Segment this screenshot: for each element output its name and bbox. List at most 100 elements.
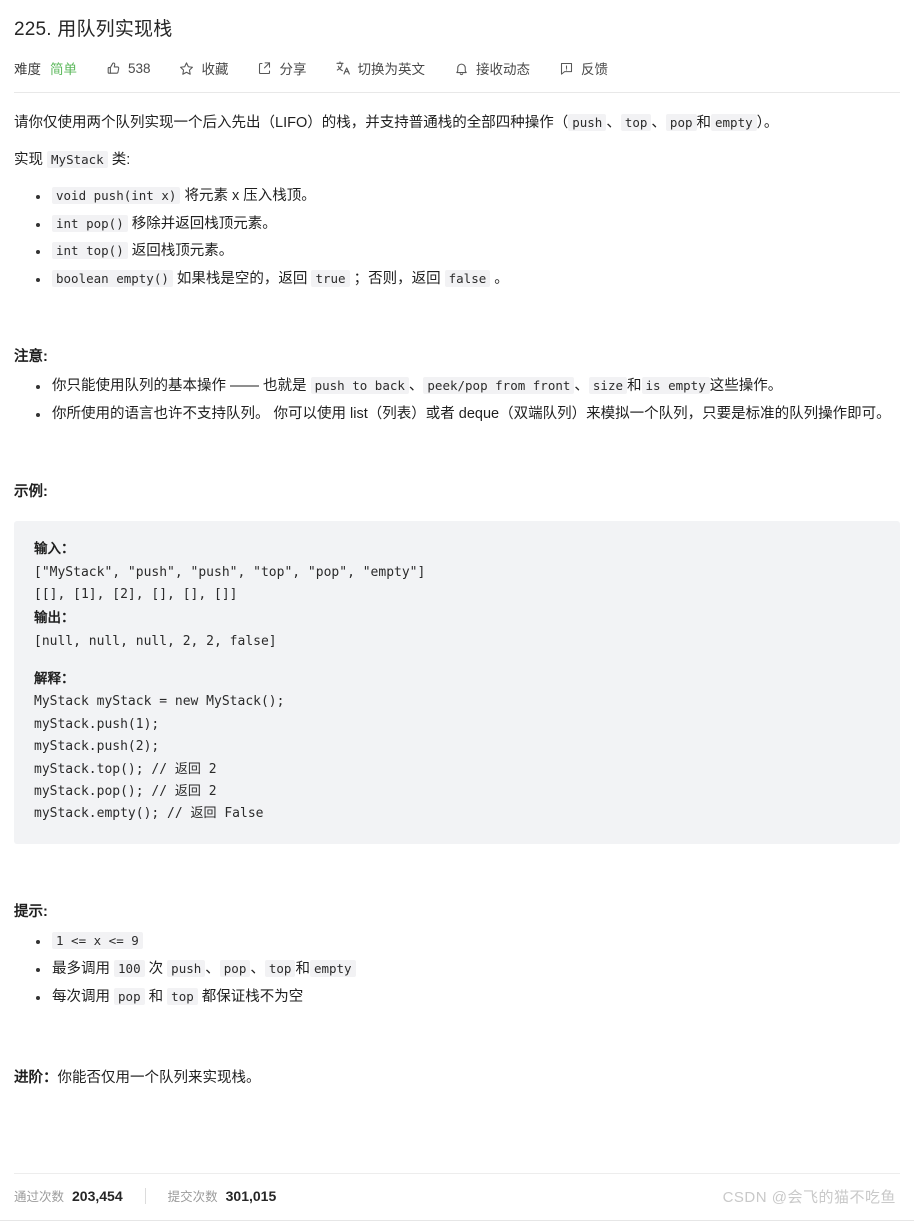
submissions-value: 301,015 <box>225 1188 277 1204</box>
hint-sep-2: 、 <box>250 960 265 977</box>
problem-toolbar: 难度 简单 538 收藏 分享 切换为英文 接收动态 反馈 <box>14 51 900 85</box>
submissions-label: 提交次数 <box>167 1190 218 1204</box>
code-true: true <box>311 270 350 288</box>
example-input-line-2: [[], [1], [2], [], [], []] <box>34 587 238 602</box>
note-sep-3: 和 <box>627 378 642 395</box>
star-icon <box>179 60 195 76</box>
example-code-block: 输入： ["MyStack", "push", "push", "top", "… <box>14 521 900 844</box>
method-desc-top: 返回栈顶元素。 <box>131 243 234 260</box>
method-desc-empty-middle: ；否则，返回 <box>353 271 441 288</box>
code-hint-pop: pop <box>219 959 251 977</box>
code-pop: pop <box>665 114 697 131</box>
code-peek-pop-from-front: peek/pop from front <box>423 377 575 395</box>
hint-text-1: 最多调用 <box>52 960 110 977</box>
favorite-button[interactable]: 收藏 <box>179 58 229 78</box>
code-push-to-back: push to back <box>310 377 409 395</box>
code-empty: empty <box>711 114 757 131</box>
intro-sep-1: 、 <box>606 115 621 131</box>
advanced-label: 进阶： <box>14 1070 58 1087</box>
list-item: int pop() 移除并返回栈顶元素。 <box>36 212 900 238</box>
notes-section: 注意: 你只能使用队列的基本操作 —— 也就是 push to back、 pee… <box>14 345 900 428</box>
code-x-range: 1 <= x <= 9 <box>52 931 143 949</box>
code-false: false <box>444 270 491 288</box>
note-sep-2: 、 <box>574 378 589 395</box>
switch-language-label: 切换为英文 <box>357 62 426 77</box>
advanced-text: 你能否仅用一个队列来实现栈。 <box>57 1070 261 1087</box>
method-signature-push: void push(int x) <box>52 186 181 204</box>
hint-text-5: 都保证栈不为空 <box>201 988 304 1005</box>
problem-page: 225. 用队列实现栈 难度 简单 538 收藏 分享 切换为英文 接收动态 反… <box>0 0 914 1221</box>
note-text-1: 你只能使用队列的基本操作 —— 也就是 <box>52 378 307 395</box>
list-item: 每次调用 pop 和 top 都保证栈不为空 <box>36 985 900 1011</box>
note-text-3: 你所使用的语言也许不支持队列。 你可以使用 list（列表）或者 deque（双… <box>52 406 891 423</box>
method-signature-empty: boolean empty() <box>52 270 173 288</box>
list-item: 你只能使用队列的基本操作 —— 也就是 push to back、 peek/po… <box>36 374 900 400</box>
subscribe-button[interactable]: 接收动态 <box>453 58 530 78</box>
code-hint-top: top <box>264 959 296 977</box>
accepted-stat: 通过次数 203,454 <box>14 1186 123 1205</box>
submissions-stat: 提交次数 301,015 <box>168 1186 277 1205</box>
hint-sep-1: 、 <box>205 960 220 977</box>
list-item: 你所使用的语言也许不支持队列。 你可以使用 list（列表）或者 deque（双… <box>36 402 900 428</box>
difficulty-group: 难度 简单 <box>14 58 77 78</box>
difficulty-label: 难度 <box>14 62 41 77</box>
list-item: 最多调用 100 次 push、 pop、 top 和 empty <box>36 957 900 983</box>
subscribe-label: 接收动态 <box>476 62 531 77</box>
explain-line-2: myStack.push(1); <box>34 716 160 732</box>
hints-heading: 提示: <box>14 903 48 920</box>
list-item: int top() 返回栈顶元素。 <box>36 239 900 265</box>
favorite-label: 收藏 <box>201 62 229 77</box>
page-title: 225. 用队列实现栈 <box>14 19 173 40</box>
code-top: top <box>620 114 652 131</box>
csdn-watermark: CSDN @会飞的猫不吃鱼 <box>722 1189 896 1206</box>
method-signature-top: int top() <box>52 242 128 260</box>
code-hint-pop-2: pop <box>114 987 145 1005</box>
example-input-label: 输入： <box>34 541 75 557</box>
example-input-line-1: ["MyStack", "push", "push", "top", "pop"… <box>34 564 426 580</box>
code-hint-push: push <box>167 959 206 977</box>
hint-sep-3: 和 <box>295 960 310 977</box>
example-output-label: 输出： <box>34 610 75 626</box>
code-size: size <box>588 377 628 395</box>
code-is-empty: is empty <box>641 377 710 395</box>
hints-section: 提示: 1 <= x <= 9 最多调用 100 次 push、 pop、 top 和… <box>14 900 900 1011</box>
stats-separator <box>144 1187 146 1204</box>
feedback-icon <box>558 60 574 76</box>
intro-sep-2: 、 <box>651 115 666 131</box>
bell-icon <box>453 60 469 76</box>
explain-line-1: MyStack myStack = new MyStack(); <box>34 694 285 710</box>
problem-stats: 通过次数 203,454 提交次数 301,015 <box>14 1186 276 1205</box>
like-button[interactable]: 538 <box>105 60 151 76</box>
method-signature-pop: int pop() <box>52 214 128 232</box>
accepted-label: 通过次数 <box>14 1190 65 1204</box>
code-hint-empty: empty <box>309 959 356 977</box>
switch-language-button[interactable]: 切换为英文 <box>335 58 426 78</box>
list-item: 1 <= x <= 9 <box>36 929 900 955</box>
method-list: void push(int x) 将元素 x 压入栈顶。 int pop() 移… <box>14 184 900 293</box>
example-heading: 示例: <box>14 483 48 500</box>
footer-divider <box>14 1173 900 1174</box>
implement-suffix: 类: <box>111 152 131 169</box>
code-push: push <box>568 114 607 131</box>
problem-intro: 请你仅使用两个队列实现一个后入先出（LIFO）的栈，并支持普通栈的全部四种操作（… <box>14 111 900 136</box>
explain-line-6: myStack.empty(); // 返回 False <box>34 806 264 822</box>
like-count: 538 <box>128 60 151 76</box>
list-item: void push(int x) 将元素 x 压入栈顶。 <box>36 184 900 210</box>
share-label: 分享 <box>279 62 307 77</box>
method-desc-empty-after: 。 <box>494 271 509 288</box>
explain-line-3: myStack.push(2); <box>34 739 160 755</box>
code-call-count: 100 <box>114 959 145 977</box>
list-item: boolean empty() 如果栈是空的，返回 true ；否则，返回 fa… <box>36 267 900 293</box>
hints-list: 1 <= x <= 9 最多调用 100 次 push、 pop、 top 和 empt… <box>14 929 900 1010</box>
method-desc-empty-before: 如果栈是空的，返回 <box>176 271 308 288</box>
difficulty-value: 简单 <box>50 62 77 77</box>
share-button[interactable]: 分享 <box>257 58 307 78</box>
implement-line: 实现 MyStack 类: <box>14 148 900 173</box>
notes-heading: 注意: <box>14 348 48 365</box>
intro-text-1: 请你仅使用两个队列实现一个后入先出（LIFO）的栈，并支持普通栈的全部四种操作（ <box>14 115 569 131</box>
example-section: 示例: 输入： ["MyStack", "push", "push", "top… <box>14 480 900 844</box>
note-sep-1: 、 <box>408 378 424 395</box>
feedback-button[interactable]: 反馈 <box>558 58 608 78</box>
intro-sep-3: 和 <box>696 115 712 131</box>
method-desc-pop: 移除并返回栈顶元素。 <box>131 215 277 232</box>
